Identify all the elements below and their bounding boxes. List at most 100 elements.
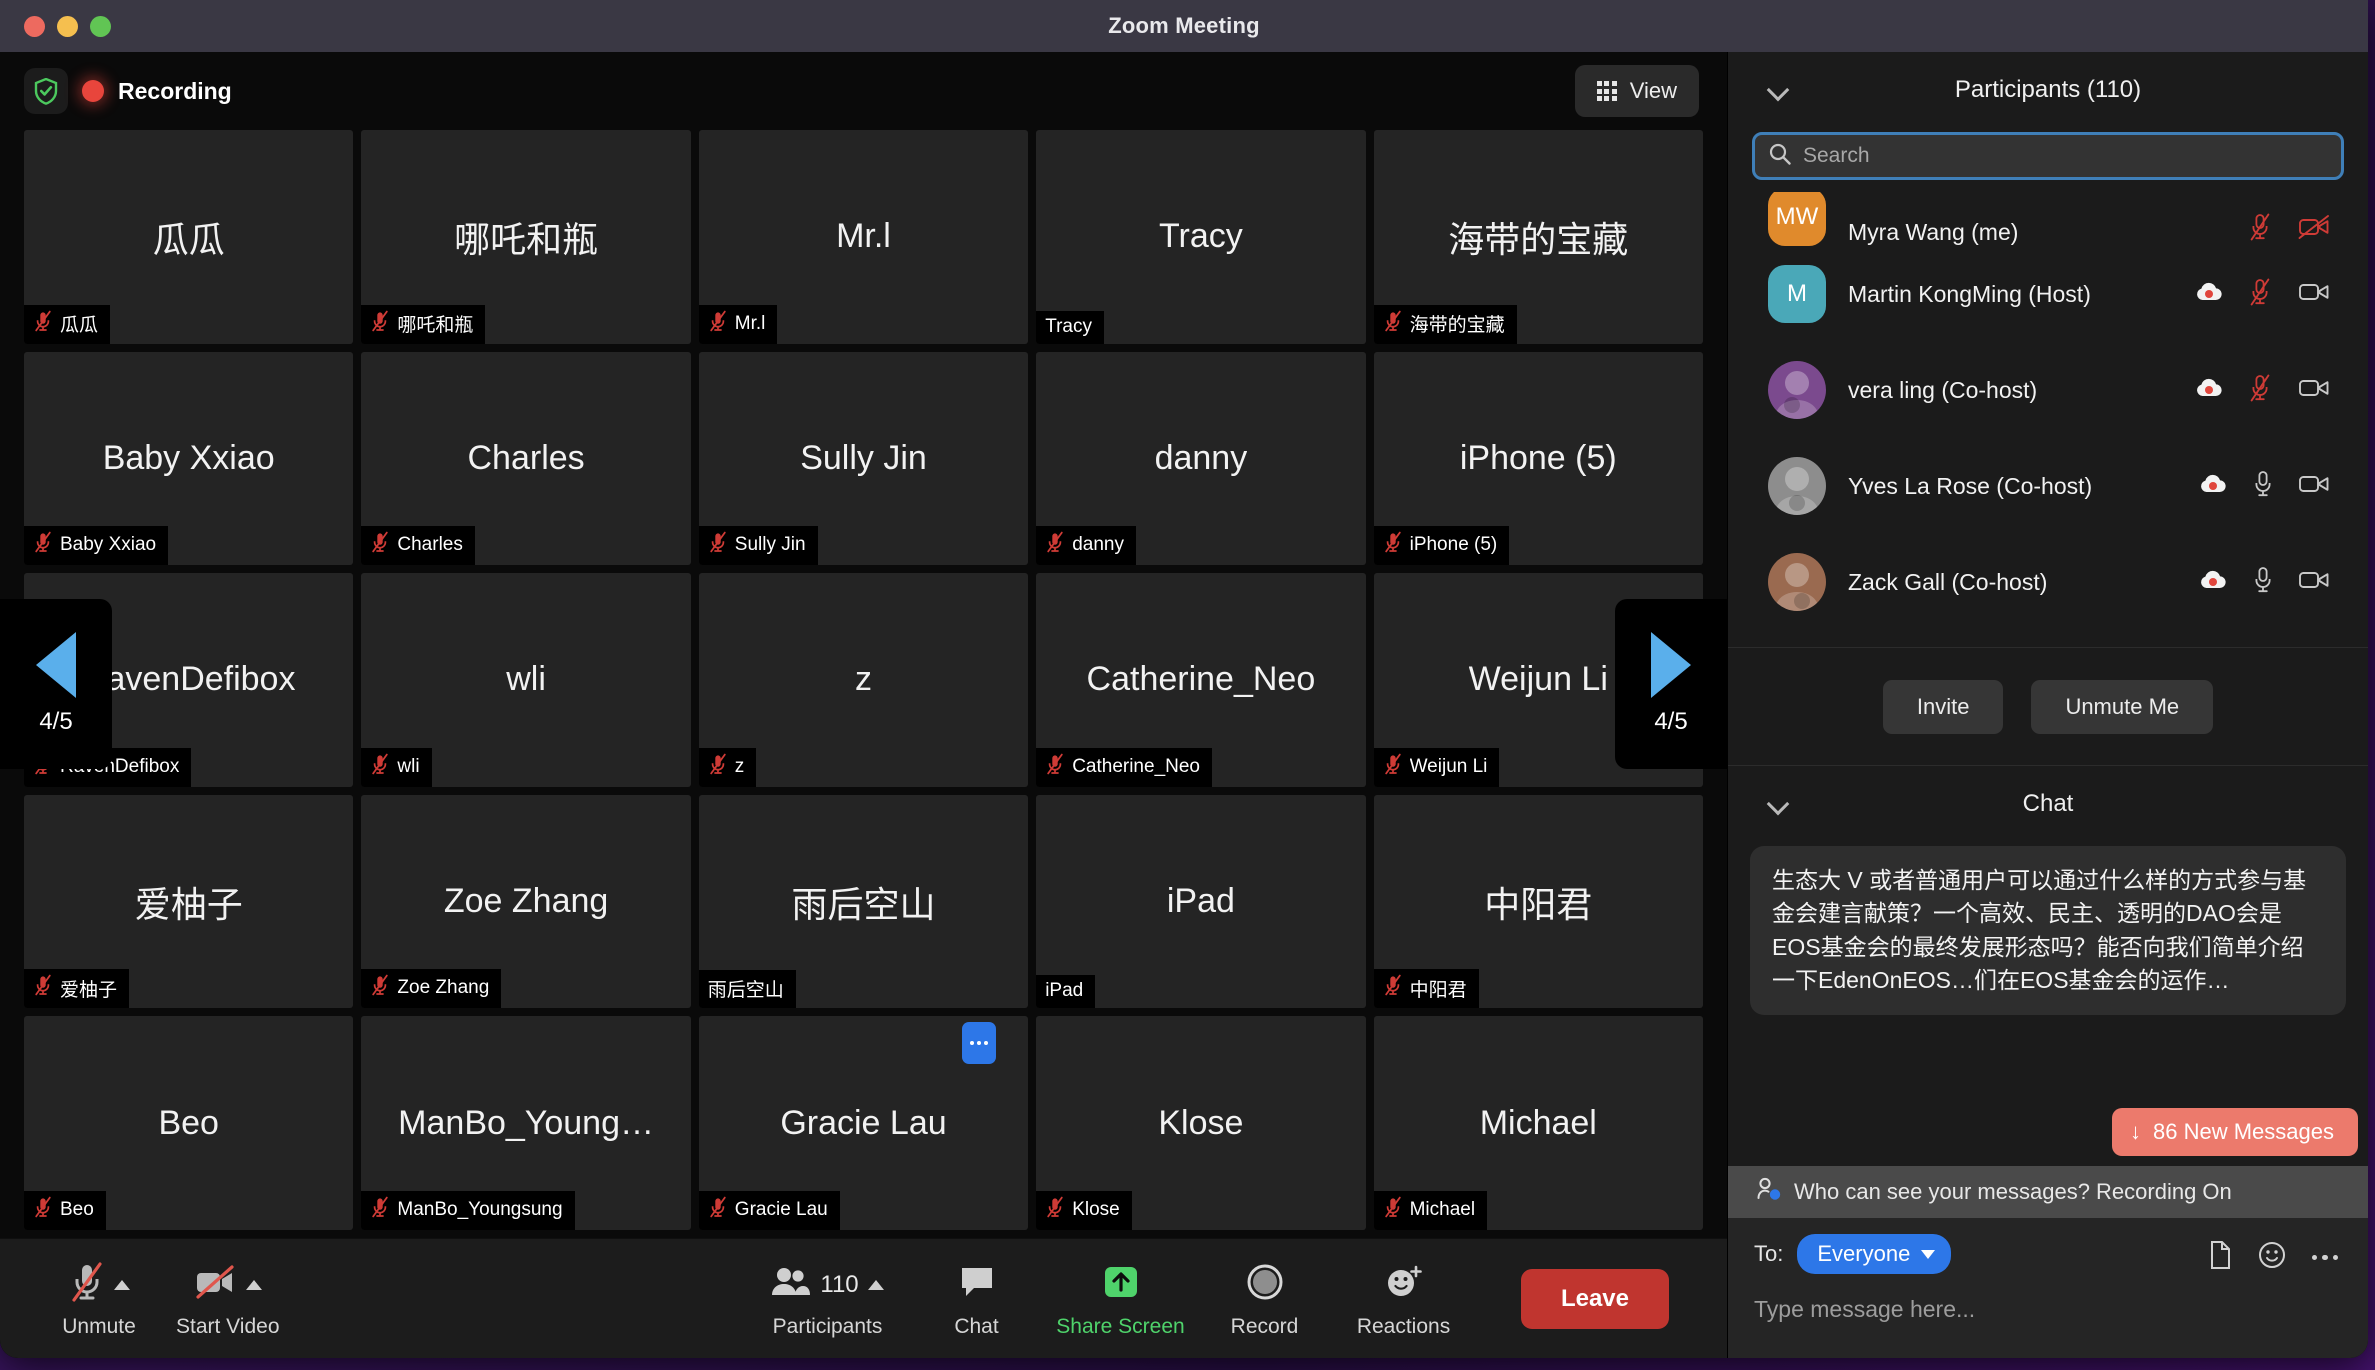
video-tile[interactable]: 瓜瓜 瓜瓜	[24, 130, 354, 344]
chat-privacy-bar[interactable]: Who can see your messages? Recording On	[1728, 1166, 2368, 1218]
video-tile-more-options-icon[interactable]	[962, 1022, 997, 1065]
participants-search-input[interactable]	[1803, 144, 2327, 168]
view-button[interactable]: View	[1574, 65, 1699, 117]
video-tile[interactable]: Baby Xxiao Baby Xxiao	[24, 351, 354, 566]
toolbar-left-group: Unmute Start Video	[0, 1259, 298, 1339]
video-tile-name-badge: z	[698, 747, 757, 787]
participant-row[interactable]: ZZZoe Zhang (Co-host)	[1732, 630, 2364, 647]
participant-row[interactable]: MW Myra Wang (me)	[1732, 192, 2364, 246]
participants-button[interactable]: 110 Participants	[738, 1259, 918, 1339]
video-tile[interactable]: Sully Jin Sully Jin	[698, 351, 1029, 566]
video-tile[interactable]: Michael Michael	[1373, 1016, 1703, 1230]
video-tile[interactable]: 哪吒和瓶 哪吒和瓶	[361, 130, 691, 344]
camera-on-icon[interactable]	[2298, 472, 2330, 501]
video-tile-grid: 瓜瓜 瓜瓜 哪吒和瓶 哪吒和瓶 Mr.l Mr.l Tracy Tracy 海带的宝藏 海带的宝藏…	[24, 130, 1703, 1238]
participant-row[interactable]: Zack Gall (Co-host)	[1732, 534, 2364, 630]
video-tile[interactable]: danny danny	[1036, 351, 1366, 566]
video-tile[interactable]: zz	[698, 573, 1029, 787]
record-button[interactable]: Record	[1206, 1259, 1324, 1339]
participant-row[interactable]: Yves La Rose (Co-host)	[1732, 438, 2364, 534]
reactions-button[interactable]: Reactions	[1324, 1259, 1484, 1339]
chat-message-list[interactable]: 生态大 V 或者普通用户可以通过什么样的方式参与基金会建言献策？一个高效、民主、…	[1728, 842, 2368, 1218]
video-tile-name-badge: Weijun Li	[1373, 747, 1500, 787]
video-tile[interactable]: 中阳君 中阳君	[1373, 794, 1703, 1009]
record-button-label: Record	[1230, 1314, 1299, 1338]
participant-name: Zack Gall (Co-host)	[1848, 568, 2048, 595]
camera-on-icon[interactable]	[2298, 280, 2330, 309]
video-tile[interactable]: Gracie Lau Gracie Lau	[698, 1016, 1029, 1230]
video-tile[interactable]: ManBo_Young… ManBo_Youngsung	[361, 1016, 691, 1230]
microphone-off-icon[interactable]	[2248, 213, 2274, 246]
leave-meeting-button[interactable]: Leave	[1520, 1268, 1669, 1329]
video-tile[interactable]: Tracy Tracy	[1036, 130, 1366, 344]
chat-tools-group	[2208, 1240, 2338, 1275]
video-tile-badge-label: iPad	[1045, 980, 1084, 1002]
previous-page-button[interactable]: 4/5	[0, 599, 112, 769]
video-tile-name-badge: Charles	[361, 526, 475, 566]
video-tile-display-name: RavenDefibox	[81, 660, 296, 699]
video-tile[interactable]: iPhone (5) iPhone (5)	[1373, 351, 1703, 566]
video-tile-badge-label: Weijun Li	[1409, 755, 1488, 777]
camera-on-icon[interactable]	[2298, 376, 2330, 405]
camera-off-icon[interactable]	[2298, 214, 2330, 245]
emoji-icon[interactable]	[2258, 1241, 2286, 1274]
video-options-caret-icon[interactable]	[246, 1279, 263, 1290]
chat-panel: Chat 生态大 V 或者普通用户可以通过什么样的方式参与基金会建言献策？一个高…	[1728, 765, 2368, 1218]
collapse-participants-chevron-down-icon[interactable]	[1770, 80, 1790, 100]
chat-button[interactable]: Chat	[918, 1259, 1036, 1339]
video-tile[interactable]: Beo Beo	[24, 1016, 354, 1230]
video-tile[interactable]: iPad iPad	[1036, 794, 1366, 1009]
avatar	[1768, 553, 1826, 611]
participant-status-icons	[2198, 470, 2330, 503]
participants-count: 110	[820, 1270, 859, 1298]
recording-dot-icon	[82, 80, 104, 102]
participants-list[interactable]: MW Myra Wang (me) M Martin KongMing (Host) v…	[1728, 192, 2368, 647]
microphone-off-icon	[1045, 1196, 1065, 1224]
microphone-on-icon[interactable]	[2252, 470, 2274, 503]
file-attach-icon[interactable]	[2208, 1240, 2232, 1275]
unmute-me-button[interactable]: Unmute Me	[2031, 679, 2214, 734]
video-tile-display-name: Gracie Lau	[780, 1103, 947, 1142]
microphone-off-icon[interactable]	[2248, 278, 2274, 311]
new-messages-button[interactable]: ↓ 86 New Messages	[2112, 1108, 2358, 1156]
video-tile[interactable]: wli wli	[361, 573, 691, 787]
audio-options-caret-icon[interactable]	[113, 1279, 130, 1290]
video-tile-badge-label: Beo	[60, 1199, 94, 1220]
participants-search-box[interactable]	[1752, 132, 2344, 180]
video-tile[interactable]: Klose Klose	[1036, 1016, 1366, 1230]
reactions-smiley-icon	[1384, 1263, 1424, 1306]
video-tile-name-badge: iPad	[1036, 975, 1096, 1009]
video-tile-badge-label: z	[734, 755, 745, 777]
invite-button[interactable]: Invite	[1882, 679, 2004, 734]
video-tile[interactable]: Catherine_Neo Catherine_Neo	[1036, 573, 1366, 787]
chat-more-options-icon[interactable]	[2311, 1254, 2338, 1261]
encryption-shield-icon[interactable]	[24, 68, 68, 114]
video-tile[interactable]: 海带的宝藏 海带的宝藏	[1373, 130, 1703, 344]
start-video-button[interactable]: Start Video	[158, 1259, 298, 1339]
share-screen-button[interactable]: Share Screen	[1036, 1259, 1206, 1339]
chat-message-input[interactable]: Type message here...	[1754, 1296, 2342, 1323]
video-tile-badge-label: Charles	[397, 534, 463, 556]
video-tile[interactable]: Zoe Zhang Zoe Zhang	[361, 794, 691, 1009]
video-tile-name-badge: ManBo_Youngsung	[361, 1191, 575, 1230]
video-tile[interactable]: Charles Charles	[361, 351, 691, 566]
participants-options-caret-icon[interactable]	[867, 1279, 884, 1290]
video-tile[interactable]: Mr.l Mr.l	[698, 130, 1029, 344]
microphone-on-icon[interactable]	[2252, 566, 2274, 599]
participant-row[interactable]: M Martin KongMing (Host)	[1732, 246, 2364, 342]
chevron-left-icon	[36, 632, 76, 698]
video-tile[interactable]: 爱柚子 爱柚子	[24, 794, 354, 1009]
microphone-off-icon	[69, 1260, 105, 1309]
microphone-off-icon[interactable]	[2248, 374, 2274, 407]
next-page-button[interactable]: 4/5	[1615, 599, 1727, 769]
camera-on-icon[interactable]	[2298, 568, 2330, 597]
video-tile-display-name: Weijun Li	[1468, 660, 1608, 699]
video-tile-display-name: ManBo_Young…	[398, 1103, 655, 1142]
unmute-button[interactable]: Unmute	[40, 1259, 158, 1339]
collapse-chat-chevron-down-icon[interactable]	[1770, 794, 1790, 814]
video-tile[interactable]: 雨后空山 雨后空山	[698, 794, 1029, 1009]
chat-recipient-dropdown[interactable]: Everyone	[1797, 1234, 1952, 1274]
video-tile-display-name: 海带的宝藏	[1448, 218, 1629, 260]
participant-row[interactable]: vera ling (Co-host)	[1732, 342, 2364, 438]
participant-status-icons	[2194, 374, 2330, 407]
